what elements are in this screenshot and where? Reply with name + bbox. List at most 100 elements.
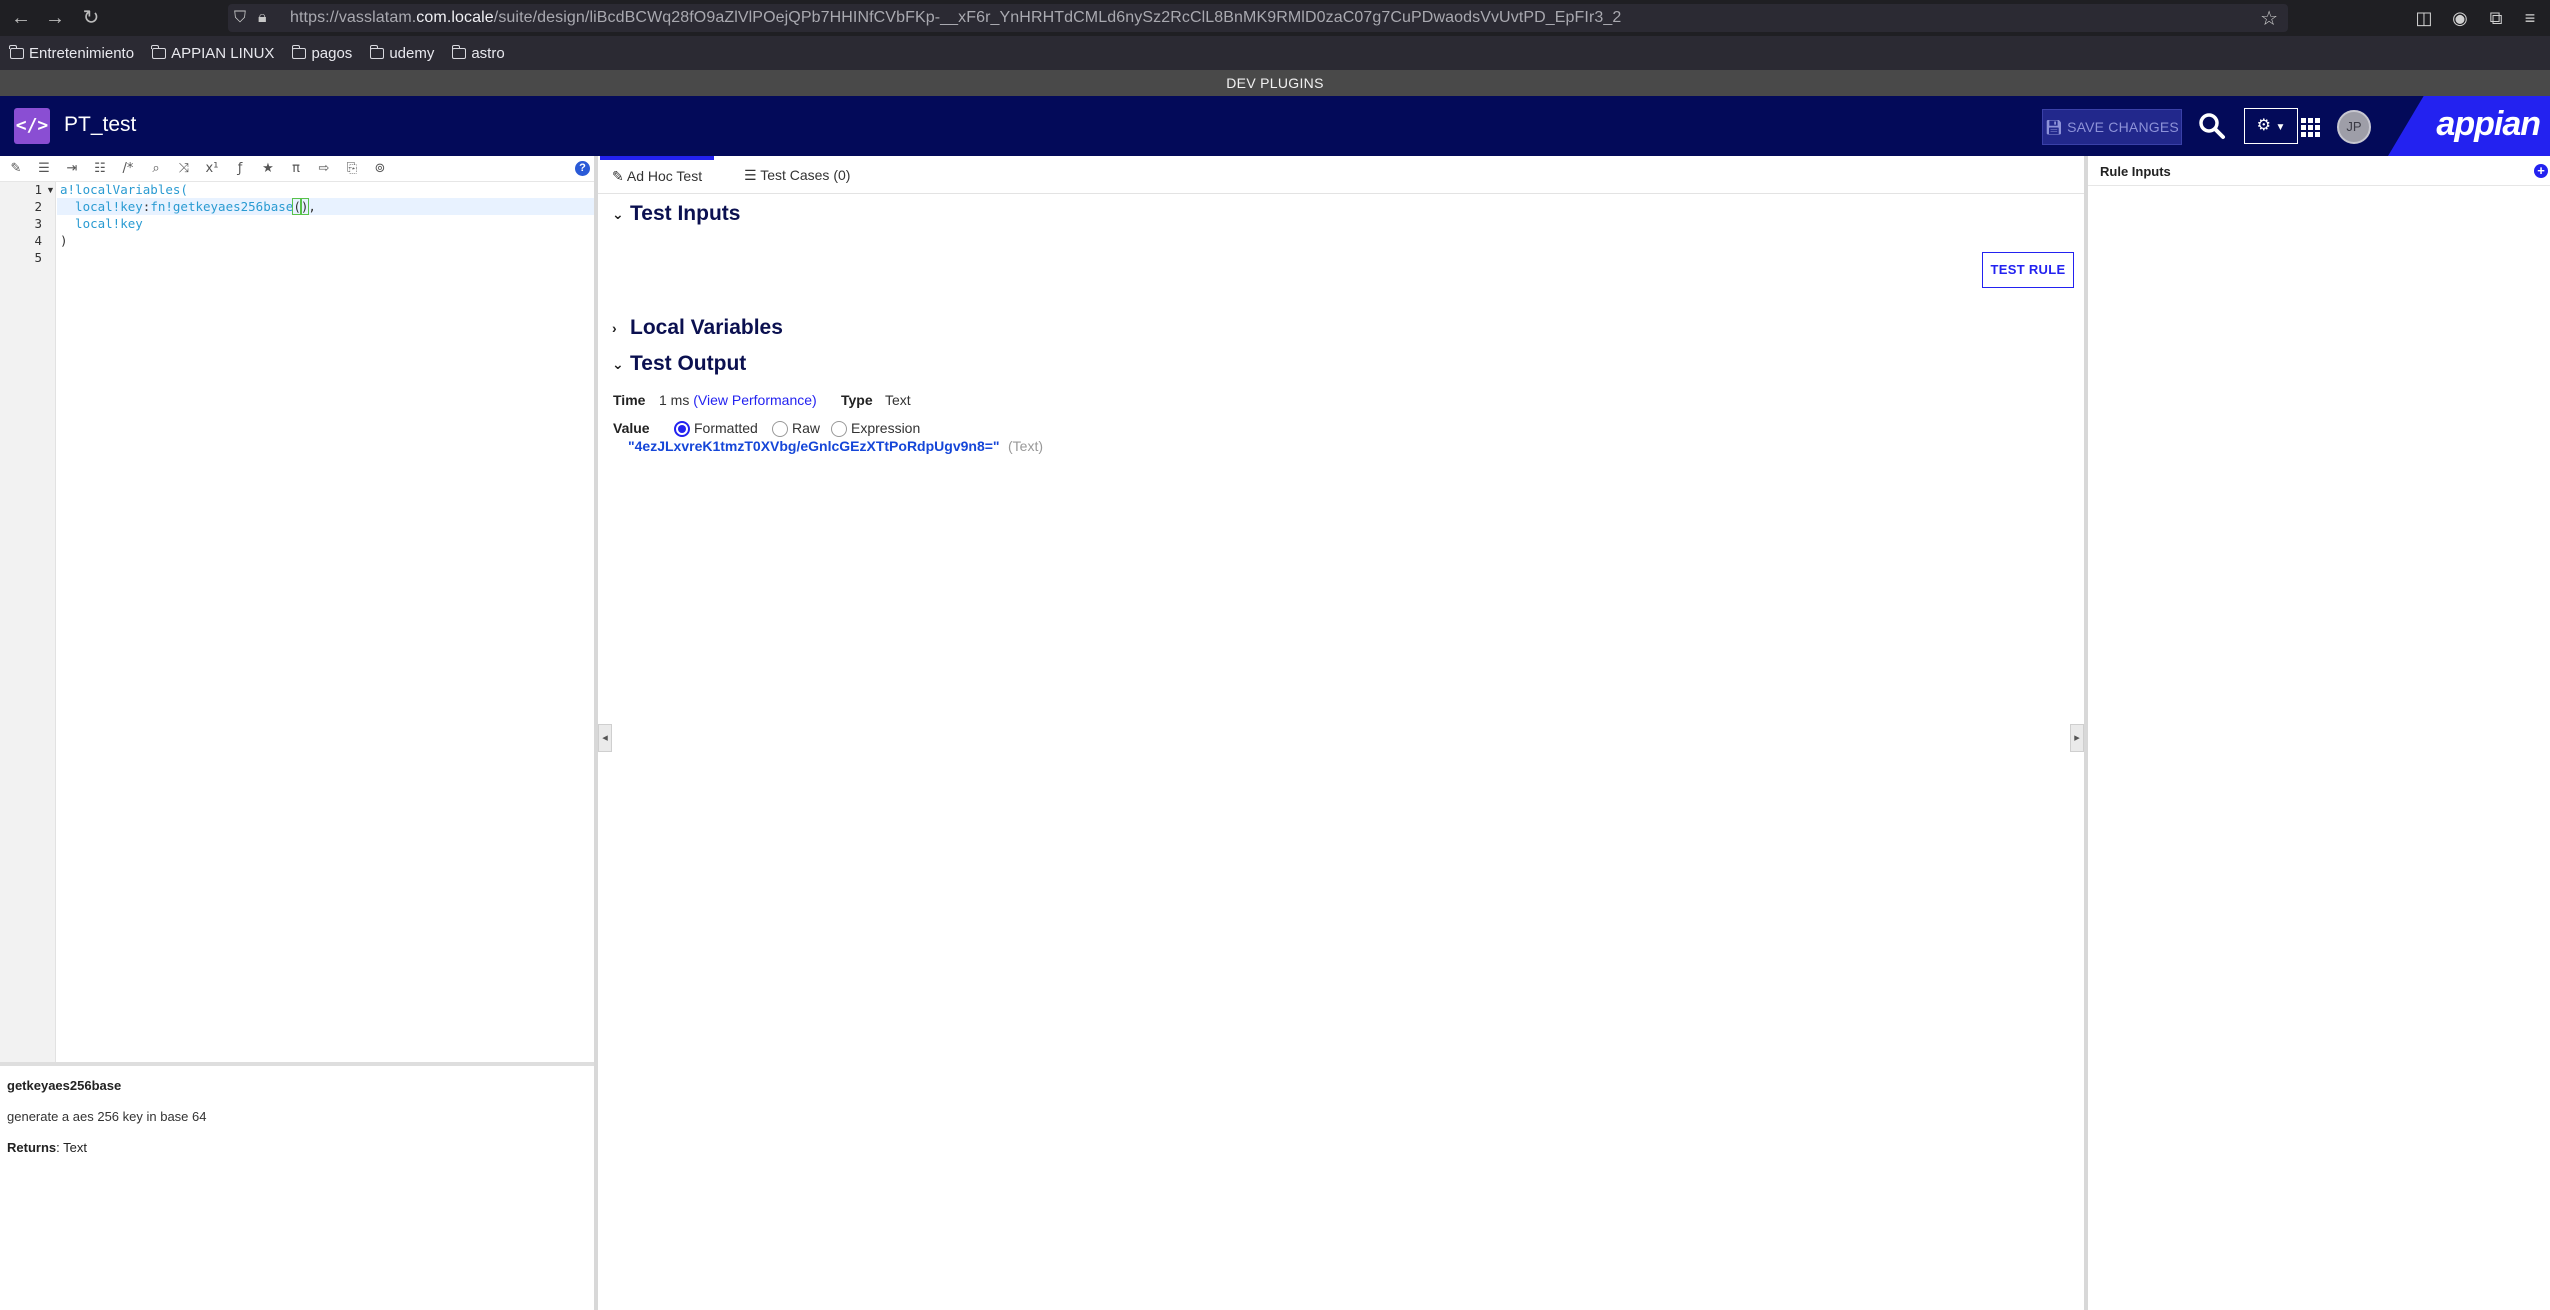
format-icon[interactable]: ☰ xyxy=(34,159,54,179)
help-icon[interactable]: ? xyxy=(575,161,590,176)
result-type: (Text) xyxy=(1008,438,1043,454)
radio-expression[interactable] xyxy=(831,421,847,437)
document-search-icon[interactable]: ⎘ xyxy=(342,159,362,179)
bookmark-appian-linux[interactable]: APPIAN LINUX xyxy=(151,44,274,62)
bookmark-label: Entretenimiento xyxy=(29,44,135,62)
comment-icon[interactable]: /* xyxy=(118,159,138,179)
outdent-icon[interactable]: ☷ xyxy=(90,159,110,179)
fold-arrow-icon[interactable]: ▼ xyxy=(46,185,55,195)
time-value: 1 ms xyxy=(659,392,690,408)
appian-logo: appian xyxy=(2436,105,2541,143)
settings-menu-button[interactable]: ⚙ ▼ xyxy=(2244,108,2298,144)
indent-icon[interactable]: ⇥ xyxy=(62,159,82,179)
export-icon[interactable]: ⇨ xyxy=(314,159,334,179)
constant-icon[interactable]: π xyxy=(286,159,306,179)
bookmark-label: pagos xyxy=(311,44,353,62)
pocket-icon[interactable]: ◫ xyxy=(2410,5,2438,31)
save-changes-button[interactable]: 💾︎ SAVE CHANGES xyxy=(2042,109,2182,145)
expression-rule-icon: </> xyxy=(14,108,50,144)
time-label: Time xyxy=(613,392,646,408)
line-number: 1 xyxy=(34,182,42,197)
reload-icon[interactable]: ↻ xyxy=(78,5,104,31)
extensions-icon[interactable]: ⧉ xyxy=(2482,5,2510,31)
section-test-inputs[interactable]: ⌄ Test Inputs xyxy=(612,202,740,226)
back-icon[interactable]: ← xyxy=(8,5,34,31)
type-value: Text xyxy=(885,392,911,408)
rule-icon[interactable]: x¹ xyxy=(202,159,222,179)
browser-toolbar: ← → ↻ ⛉ 🔒︎ https://vasslatam.com.locale/… xyxy=(0,0,2550,36)
folder-icon xyxy=(291,44,307,59)
test-rule-button[interactable]: TEST RULE xyxy=(1982,252,2074,288)
view-performance-link[interactable]: (View Performance) xyxy=(693,392,816,408)
save-icon: 💾︎ xyxy=(2045,119,2068,135)
radio-raw[interactable] xyxy=(772,421,788,437)
code-editor[interactable]: a!localVariables( local!key:fn!getkeyaes… xyxy=(57,182,594,1062)
line-gutter: 1 ▼ 2 3 4 5 xyxy=(0,182,56,1062)
url-text[interactable]: https://vasslatam.com.locale/suite/desig… xyxy=(290,9,1621,27)
collapse-right-handle[interactable]: ▸ xyxy=(2070,724,2084,752)
radio-formatted-label[interactable]: Formatted xyxy=(694,420,758,436)
code-line-3: local!key xyxy=(60,216,143,231)
tab-test-cases[interactable]: ☰ Test Cases (0) xyxy=(732,156,862,194)
line-number: 2 xyxy=(34,199,42,214)
find-icon[interactable]: ⌕ xyxy=(146,159,166,179)
gear-icon: ⚙ xyxy=(2256,117,2271,134)
bookmark-label: astro xyxy=(471,44,505,62)
section-local-variables[interactable]: › Local Variables xyxy=(612,316,783,340)
lock-icon[interactable]: 🔒︎ xyxy=(258,7,267,29)
doc-function-name: getkeyaes256base xyxy=(7,1078,122,1093)
bookmark-udemy[interactable]: udemy xyxy=(369,44,434,62)
test-tabs: ✎ Ad Hoc Test ☰ Test Cases (0) xyxy=(598,156,2088,194)
bookmark-pagos[interactable]: pagos xyxy=(291,44,353,62)
line-number: 4 xyxy=(34,233,42,248)
rule-inputs-header: Rule Inputs + xyxy=(2088,156,2550,186)
result-value: "4ezJLxvreK1tmzT0XVbg/eGnlcGEzXTtPoRdpUg… xyxy=(628,438,1000,454)
tab-label: Ad Hoc Test xyxy=(626,168,703,184)
forward-icon[interactable]: → xyxy=(42,5,68,31)
bookmark-astro[interactable]: astro xyxy=(451,44,505,62)
magic-wand-icon[interactable]: ✎ xyxy=(6,159,26,179)
tab-ad-hoc-test[interactable]: ✎ Ad Hoc Test xyxy=(600,156,715,194)
star-icon[interactable]: ★ xyxy=(258,159,278,179)
chevron-down-icon: ⌄ xyxy=(612,355,624,372)
dev-plugins-banner: DEV PLUGINS xyxy=(0,70,2550,96)
function-icon[interactable]: ƒ xyxy=(230,159,250,179)
account-icon[interactable]: ◉ xyxy=(2446,5,2474,31)
settings-icon[interactable]: ⊚ xyxy=(370,159,390,179)
search-icon[interactable] xyxy=(2196,110,2228,142)
section-test-output[interactable]: ⌄ Test Output xyxy=(612,352,746,376)
bookmark-entretenimiento[interactable]: Entretenimiento xyxy=(9,44,135,62)
section-title: Test Output xyxy=(630,352,747,375)
menu-icon[interactable]: ≡ xyxy=(2516,5,2544,31)
code-line-1: a!localVariables( xyxy=(60,182,188,197)
function-doc-panel: getkeyaes256base generate a aes 256 key … xyxy=(0,1066,594,1310)
section-title: Local Variables xyxy=(630,316,783,339)
collapse-left-handle[interactable]: ◂ xyxy=(598,724,612,752)
code-token: fn!getkeyaes256base xyxy=(150,199,294,214)
radio-formatted[interactable] xyxy=(674,421,690,437)
add-rule-input-icon[interactable]: + xyxy=(2534,164,2548,178)
radio-expression-label[interactable]: Expression xyxy=(851,420,920,436)
type-label: Type xyxy=(841,392,873,408)
doc-returns-label: Returns xyxy=(7,1140,57,1155)
code-token: a!localVariables( xyxy=(60,182,188,197)
brand-area: appian xyxy=(2388,96,2550,156)
expression-editor-panel: ✎ ☰ ⇥ ☷ /* ⌕ ⤨ x¹ ƒ ★ π ⇨ ⎘ ⊚ ? 1 ▼ 2 3 … xyxy=(0,156,598,1310)
code-token: ( xyxy=(292,198,302,215)
user-avatar[interactable]: JP xyxy=(2337,110,2371,144)
time-value-row: 1 ms (View Performance) xyxy=(659,392,817,408)
section-title: Test Inputs xyxy=(630,202,741,225)
address-bar[interactable]: ⛉ 🔒︎ https://vasslatam.com.locale/suite/… xyxy=(228,4,2288,32)
shield-icon[interactable]: ⛉ xyxy=(234,7,246,29)
bookmarks-bar: Entretenimiento APPIAN LINUX pagos udemy… xyxy=(0,36,2550,70)
folder-icon xyxy=(451,44,467,59)
chevron-down-icon: ⌄ xyxy=(612,205,624,222)
bookmark-star-icon[interactable]: ☆ xyxy=(2260,6,2278,31)
apps-grid-icon[interactable] xyxy=(2296,96,2326,156)
folder-icon xyxy=(151,44,167,59)
rule-inputs-title: Rule Inputs xyxy=(2100,164,2171,179)
shuffle-icon[interactable]: ⤨ xyxy=(174,159,194,179)
radio-raw-label[interactable]: Raw xyxy=(792,420,820,436)
list-icon: ☰ xyxy=(744,167,761,183)
doc-returns-value: : Text xyxy=(56,1140,87,1155)
